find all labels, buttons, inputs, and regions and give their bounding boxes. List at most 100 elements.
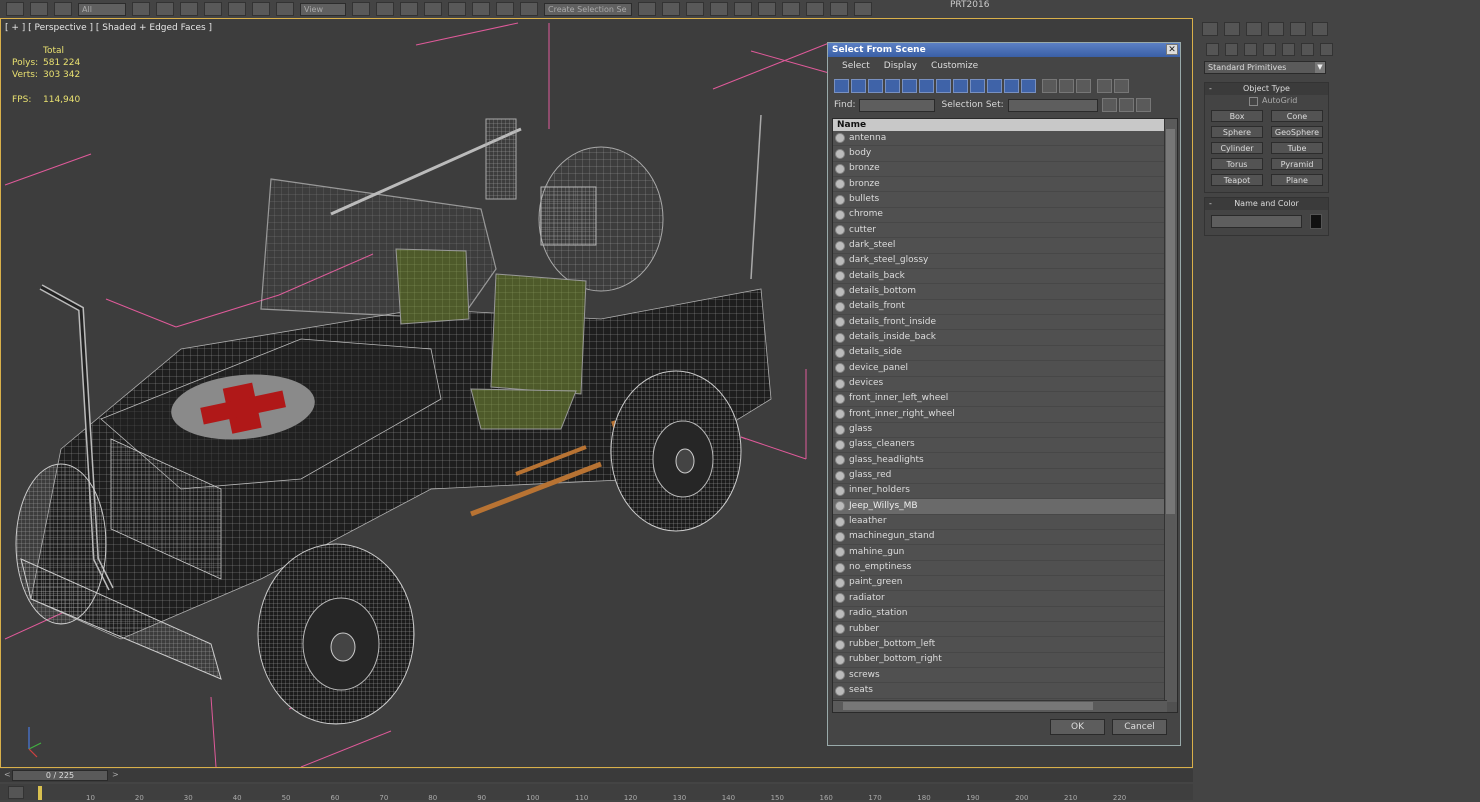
- horizontal-scroll-thumb[interactable]: [843, 702, 1093, 710]
- autogrid-checkbox[interactable]: [1249, 96, 1258, 106]
- render-icon[interactable]: [854, 2, 872, 16]
- list-item[interactable]: details_back: [833, 269, 1165, 285]
- display-hidden-icon[interactable]: [1021, 79, 1036, 93]
- name-and-color-rollout-header[interactable]: - Name and Color: [1205, 198, 1328, 210]
- geosphere-button[interactable]: GeoSphere: [1271, 126, 1323, 138]
- lights-icon[interactable]: [1244, 42, 1257, 56]
- layer-manager-icon[interactable]: [686, 2, 704, 16]
- list-item[interactable]: Jeep_Willys_MB: [833, 499, 1165, 515]
- scale-icon[interactable]: [276, 2, 294, 16]
- utilities-tab-icon[interactable]: [1312, 22, 1328, 36]
- display-geometry-icon[interactable]: [834, 79, 849, 93]
- create-tab-icon[interactable]: [1202, 22, 1218, 36]
- list-item[interactable]: chrome: [833, 208, 1165, 224]
- object-type-rollout-header[interactable]: - Object Type: [1205, 83, 1328, 95]
- box-button[interactable]: Box: [1211, 110, 1263, 122]
- prev-frame-button[interactable]: <: [4, 770, 11, 779]
- display-shapes-icon[interactable]: [851, 79, 866, 93]
- list-item[interactable]: glass_headlights: [833, 453, 1165, 469]
- align-icon[interactable]: [662, 2, 680, 16]
- edit-selection-set-icon[interactable]: [1118, 98, 1134, 112]
- collapse-icon[interactable]: -: [1209, 83, 1212, 95]
- list-item[interactable]: rubber_bottom_right: [833, 653, 1165, 669]
- list-item[interactable]: body: [833, 146, 1165, 162]
- display-none-icon[interactable]: [1059, 79, 1074, 93]
- rotate-icon[interactable]: [252, 2, 270, 16]
- list-item[interactable]: dark_steel_glossy: [833, 254, 1165, 270]
- dialog-title-bar[interactable]: Select From Scene ✕: [828, 43, 1180, 57]
- schematic-view-icon[interactable]: [758, 2, 776, 16]
- move-icon[interactable]: [228, 2, 246, 16]
- redo-icon[interactable]: [30, 2, 48, 16]
- mini-curve-editor-icon[interactable]: [8, 786, 24, 799]
- menu-display[interactable]: Display: [884, 61, 917, 71]
- curve-editor-icon[interactable]: [734, 2, 752, 16]
- list-item[interactable]: machinegun_stand: [833, 530, 1165, 546]
- display-cameras-icon[interactable]: [885, 79, 900, 93]
- track-bar[interactable]: 10 20 30 40 50 60 70 80 90 100 110 120 130 140 150 160 1…: [0, 784, 1193, 802]
- list-item[interactable]: inner_holders: [833, 484, 1165, 500]
- list-item[interactable]: bullets: [833, 192, 1165, 208]
- list-item[interactable]: details_inside_back: [833, 330, 1165, 346]
- ok-button[interactable]: OK: [1050, 719, 1105, 735]
- motion-tab-icon[interactable]: [1268, 22, 1284, 36]
- teapot-button[interactable]: Teapot: [1211, 174, 1263, 186]
- hierarchy-icon[interactable]: [1114, 79, 1129, 93]
- window-crossing-icon[interactable]: [204, 2, 222, 16]
- list-item[interactable]: details_front_inside: [833, 315, 1165, 331]
- viewport-label[interactable]: [ + ] [ Perspective ] [ Shaded + Edged F…: [5, 23, 212, 33]
- rendered-frame-icon[interactable]: [830, 2, 848, 16]
- menu-select[interactable]: Select: [842, 61, 870, 71]
- list-item[interactable]: screws: [833, 668, 1165, 684]
- list-item[interactable]: cutter: [833, 223, 1165, 239]
- list-item[interactable]: antenna: [833, 131, 1165, 147]
- horizontal-scrollbar[interactable]: [833, 700, 1167, 712]
- list-item[interactable]: details_side: [833, 346, 1165, 362]
- modify-tab-icon[interactable]: [1224, 22, 1240, 36]
- object-color-swatch[interactable]: [1310, 214, 1322, 229]
- cameras-icon[interactable]: [1263, 42, 1276, 56]
- current-frame-marker[interactable]: [38, 786, 42, 800]
- close-icon[interactable]: ✕: [1166, 44, 1178, 55]
- select-manipulate-icon[interactable]: [376, 2, 394, 16]
- list-item[interactable]: mahine_gun: [833, 545, 1165, 561]
- list-item[interactable]: leaather: [833, 515, 1165, 530]
- spinner-snap-icon[interactable]: [496, 2, 514, 16]
- collapse-icon[interactable]: -: [1209, 198, 1212, 210]
- list-item[interactable]: front_inner_right_wheel: [833, 407, 1165, 423]
- display-frozen-icon[interactable]: [1004, 79, 1019, 93]
- list-item[interactable]: radio_station: [833, 607, 1165, 622]
- list-item[interactable]: glass_cleaners: [833, 438, 1165, 454]
- object-name-input[interactable]: [1211, 215, 1303, 228]
- sphere-button[interactable]: Sphere: [1211, 126, 1263, 138]
- list-item[interactable]: front_inner_left_wheel: [833, 392, 1165, 408]
- helpers-icon[interactable]: [1282, 42, 1295, 56]
- material-editor-icon[interactable]: [782, 2, 800, 16]
- rectangular-selection-icon[interactable]: [180, 2, 198, 16]
- list-item[interactable]: rubber: [833, 622, 1165, 638]
- snap-icon[interactable]: [424, 2, 442, 16]
- next-frame-button[interactable]: >: [112, 770, 119, 779]
- display-groups-icon[interactable]: [936, 79, 951, 93]
- shapes-icon[interactable]: [1225, 42, 1238, 56]
- ribbon-icon[interactable]: [710, 2, 728, 16]
- list-item[interactable]: bronze: [833, 162, 1165, 178]
- vertical-scroll-thumb[interactable]: [1166, 129, 1175, 514]
- frame-display[interactable]: 0 / 225: [12, 770, 108, 781]
- list-item[interactable]: dark_steel: [833, 238, 1165, 254]
- time-slider[interactable]: < 0 / 225 >: [0, 769, 1193, 782]
- systems-icon[interactable]: [1320, 42, 1333, 56]
- list-item[interactable]: bronze: [833, 177, 1165, 193]
- percent-snap-icon[interactable]: [472, 2, 490, 16]
- link-icon[interactable]: [54, 2, 72, 16]
- primitive-category-dropdown[interactable]: Standard Primitives ▼: [1204, 61, 1326, 74]
- list-item[interactable]: details_front: [833, 300, 1165, 316]
- geometry-icon[interactable]: [1206, 42, 1219, 56]
- hierarchy-tab-icon[interactable]: [1246, 22, 1262, 36]
- scene-object-list[interactable]: Name antenna body bronze bronze bullets chrom…: [832, 118, 1178, 713]
- vertical-scrollbar[interactable]: [1164, 119, 1177, 702]
- display-spacewarps-icon[interactable]: [919, 79, 934, 93]
- selection-set-dropdown[interactable]: [1007, 98, 1098, 112]
- display-containers-icon[interactable]: [987, 79, 1002, 93]
- select-object-icon[interactable]: [132, 2, 150, 16]
